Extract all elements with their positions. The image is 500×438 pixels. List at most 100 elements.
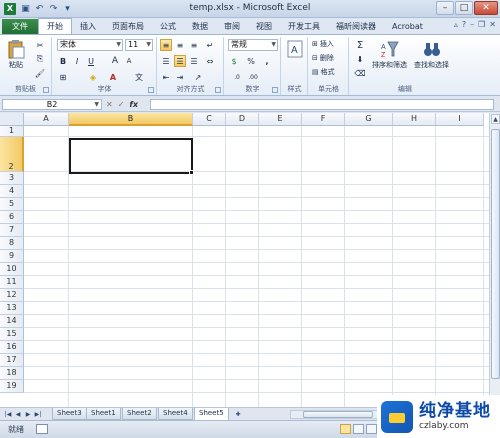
sheet-tab-sheet2[interactable]: Sheet2 <box>122 408 157 420</box>
grow-font-button[interactable]: A <box>109 55 121 67</box>
percent-button[interactable]: % <box>245 55 257 67</box>
page-layout-view-icon[interactable] <box>353 424 364 434</box>
font-size-select[interactable]: 11 ▼ <box>125 39 153 51</box>
row-header-14[interactable]: 14 <box>0 315 24 328</box>
cut-icon[interactable]: ✂ <box>34 39 46 51</box>
align-center-icon[interactable]: ☰ <box>174 55 186 67</box>
sheet-tab-sheet3[interactable]: Sheet3 <box>52 408 87 420</box>
italic-button[interactable]: I <box>71 55 83 67</box>
column-header-g[interactable]: G <box>345 113 393 126</box>
minimize-button[interactable]: – <box>436 1 454 15</box>
column-header-e[interactable]: E <box>259 113 302 126</box>
column-header-a[interactable]: A <box>24 113 69 126</box>
align-right-icon[interactable]: ☰ <box>188 55 200 67</box>
tab-view[interactable]: 视图 <box>248 19 280 34</box>
row-header-16[interactable]: 16 <box>0 341 24 354</box>
first-sheet-icon[interactable]: |◀ <box>4 410 12 419</box>
maximize-button[interactable]: □ <box>455 1 473 15</box>
column-header-h[interactable]: H <box>393 113 436 126</box>
fill-icon[interactable]: ⬇ <box>354 53 366 65</box>
dialog-launcher-icon[interactable] <box>215 87 221 93</box>
format-cells-button[interactable]: ▤ 格式 <box>312 67 335 77</box>
confirm-edit-icon[interactable]: ✓ <box>118 100 125 109</box>
cancel-edit-icon[interactable]: ✕ <box>106 100 113 109</box>
tab-developer[interactable]: 开发工具 <box>280 19 328 34</box>
increase-indent-icon[interactable]: ⇥ <box>174 71 186 83</box>
vertical-scrollbar[interactable]: ▲ ▼ <box>489 113 500 407</box>
wrap-text-icon[interactable]: ↵ <box>204 39 216 51</box>
insert-sheet-icon[interactable]: ✚ <box>232 410 244 419</box>
row-header-1[interactable]: 1 <box>0 126 24 137</box>
copy-icon[interactable]: ⎘ <box>34 53 46 65</box>
decrease-decimal-icon[interactable]: .00 <box>247 71 259 83</box>
align-left-icon[interactable]: ☰ <box>160 55 172 67</box>
tab-review[interactable]: 审阅 <box>216 19 248 34</box>
sheet-tab-sheet1[interactable]: Sheet1 <box>86 408 121 420</box>
select-all-button[interactable] <box>0 113 24 126</box>
column-header-i[interactable]: I <box>436 113 484 126</box>
help-icon[interactable]: ? <box>462 20 466 29</box>
last-sheet-icon[interactable]: ▶| <box>34 410 42 419</box>
column-header-f[interactable]: F <box>302 113 345 126</box>
tab-foxit-reader[interactable]: 福昕阅读器 <box>328 19 384 34</box>
macro-record-icon[interactable] <box>36 424 48 434</box>
tab-insert[interactable]: 插入 <box>72 19 104 34</box>
minimize-ribbon-icon[interactable]: ▵ <box>454 20 458 29</box>
row-header-19[interactable]: 19 <box>0 380 24 393</box>
dialog-launcher-icon[interactable] <box>272 87 278 93</box>
delete-cells-button[interactable]: ⊟ 删除 <box>312 53 334 63</box>
format-painter-icon[interactable]: 🖌 <box>34 67 46 79</box>
clear-icon[interactable]: ⌫ <box>354 67 366 79</box>
horizontal-scroll-thumb[interactable] <box>303 411 373 418</box>
insert-cells-button[interactable]: ⊞ 插入 <box>312 39 334 49</box>
workbook-close-icon[interactable]: ✕ <box>489 20 496 29</box>
tab-data[interactable]: 数据 <box>184 19 216 34</box>
scroll-up-icon[interactable]: ▲ <box>491 114 500 124</box>
find-select-button[interactable]: 查找和选择 <box>414 39 449 70</box>
sheet-tab-sheet4[interactable]: Sheet4 <box>158 408 193 420</box>
column-header-c[interactable]: C <box>193 113 226 126</box>
prev-sheet-icon[interactable]: ◀ <box>14 410 22 419</box>
workbook-restore-icon[interactable]: ❐ <box>478 20 485 29</box>
normal-view-icon[interactable] <box>340 424 351 434</box>
dialog-launcher-icon[interactable] <box>43 87 49 93</box>
column-header-b[interactable]: B <box>69 113 193 126</box>
row-header-15[interactable]: 15 <box>0 328 24 341</box>
font-name-select[interactable]: 宋体 ▼ <box>57 39 123 51</box>
autosum-button[interactable]: Σ <box>354 39 366 51</box>
row-header-10[interactable]: 10 <box>0 263 24 276</box>
underline-button[interactable]: U <box>85 55 97 67</box>
selected-cell-b2[interactable] <box>69 138 194 175</box>
decrease-indent-icon[interactable]: ⇤ <box>160 71 172 83</box>
tab-acrobat[interactable]: Acrobat <box>384 19 431 34</box>
align-bottom-icon[interactable]: ≡ <box>188 39 200 51</box>
styles-button[interactable]: A <box>285 39 305 60</box>
vertical-scroll-thumb[interactable] <box>491 129 500 379</box>
name-box[interactable]: B2 ▼ <box>2 99 102 110</box>
row-header-6[interactable]: 6 <box>0 211 24 224</box>
formula-input[interactable] <box>150 99 494 110</box>
phonetic-icon[interactable]: 文 <box>133 71 145 83</box>
row-header-8[interactable]: 8 <box>0 237 24 250</box>
orientation-icon[interactable]: ↗ <box>192 71 204 83</box>
sort-filter-button[interactable]: AZ 排序和筛选 <box>372 39 407 70</box>
row-header-3[interactable]: 3 <box>0 172 24 185</box>
row-header-5[interactable]: 5 <box>0 198 24 211</box>
row-header-2[interactable]: 2 <box>0 137 24 172</box>
fill-handle[interactable] <box>189 170 194 175</box>
borders-icon[interactable]: ⊞ <box>57 71 69 83</box>
dialog-launcher-icon[interactable] <box>148 87 154 93</box>
currency-icon[interactable]: $ <box>228 55 240 67</box>
align-top-icon[interactable]: ≡ <box>160 39 172 51</box>
merge-center-icon[interactable]: ⇔ <box>204 55 216 67</box>
row-header-17[interactable]: 17 <box>0 354 24 367</box>
next-sheet-icon[interactable]: ▶ <box>24 410 32 419</box>
fill-color-icon[interactable]: ◈ <box>87 71 99 83</box>
row-header-18[interactable]: 18 <box>0 367 24 380</box>
tab-page-layout[interactable]: 页面布局 <box>104 19 152 34</box>
increase-decimal-icon[interactable]: .0 <box>231 71 243 83</box>
row-header-7[interactable]: 7 <box>0 224 24 237</box>
column-header-d[interactable]: D <box>226 113 259 126</box>
page-break-view-icon[interactable] <box>366 424 377 434</box>
close-button[interactable]: ✕ <box>474 1 498 15</box>
